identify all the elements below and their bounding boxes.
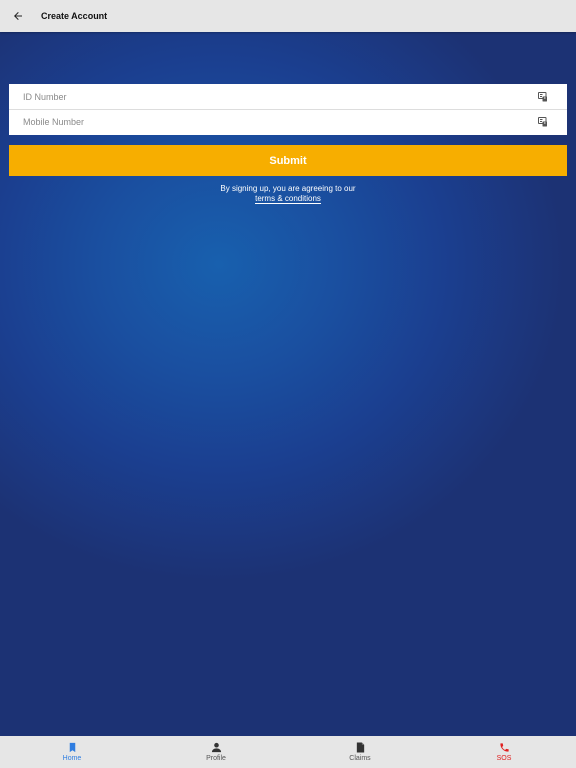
- nav-label: Claims: [349, 755, 371, 762]
- nav-label: Profile: [206, 755, 226, 762]
- bottom-nav: Home Profile Claims SOS: [0, 736, 576, 768]
- id-card-icon: [538, 117, 547, 127]
- nav-label: SOS: [496, 755, 512, 762]
- nav-item-sos[interactable]: SOS: [432, 736, 576, 768]
- terms-notice: By signing up, you are agreeing to our t…: [0, 184, 576, 204]
- arrow-left-icon: [14, 12, 22, 20]
- mobile-number-row: [9, 109, 567, 134]
- app-bar: Create Account: [0, 0, 576, 32]
- id-number-row: [9, 84, 567, 109]
- id-card-icon: [538, 92, 547, 102]
- submit-button[interactable]: Submit: [9, 145, 567, 176]
- person-icon: [211, 742, 221, 753]
- signup-form: [9, 84, 567, 135]
- back-button[interactable]: [0, 0, 36, 32]
- terms-link[interactable]: terms & conditions: [255, 194, 321, 204]
- terms-prefix: By signing up, you are agreeing to our: [220, 184, 356, 193]
- bookmark-icon: [69, 742, 75, 753]
- main-content: Submit By signing up, you are agreeing t…: [0, 32, 576, 736]
- nav-item-home[interactable]: Home: [0, 736, 144, 768]
- nav-item-claims[interactable]: Claims: [288, 736, 432, 768]
- phone-icon: [499, 743, 509, 752]
- page-title: Create Account: [41, 11, 108, 21]
- id-number-input[interactable]: [23, 91, 503, 102]
- nav-item-profile[interactable]: Profile: [144, 736, 288, 768]
- document-icon: [356, 742, 364, 753]
- mobile-number-input[interactable]: [23, 116, 503, 127]
- nav-label: Home: [62, 755, 82, 762]
